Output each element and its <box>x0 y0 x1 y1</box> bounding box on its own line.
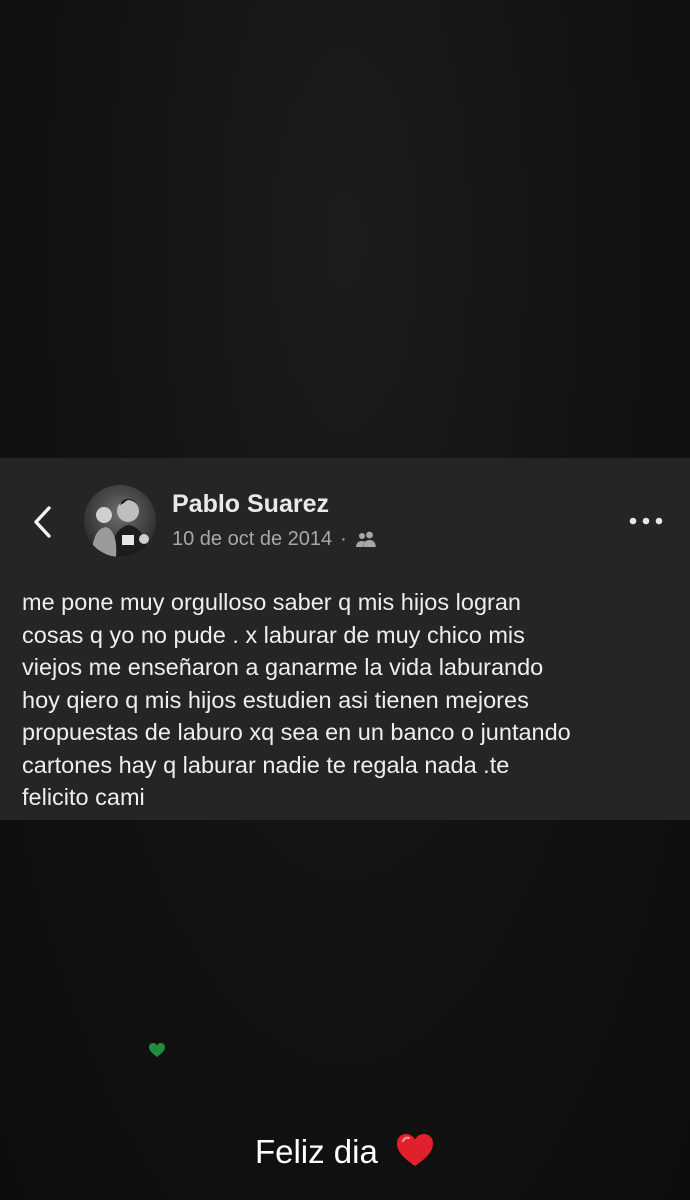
caption-text: Feliz dia <box>254 1133 378 1170</box>
post-date[interactable]: 10 de oct de 2014 <box>172 528 332 551</box>
story-caption: Feliz dia <box>0 1132 690 1171</box>
post-body-text: me pone muy orgulloso saber q mis hijos … <box>22 589 571 810</box>
green-heart-icon <box>149 1043 165 1057</box>
more-horizontal-icon <box>629 517 663 525</box>
meta-separator: · <box>340 527 347 550</box>
post-meta: 10 de oct de 2014 · <box>172 526 377 552</box>
friends-icon <box>355 531 376 547</box>
more-options-button[interactable] <box>626 506 666 536</box>
avatar[interactable] <box>84 485 156 557</box>
profile-photo <box>84 485 156 557</box>
story-canvas: Pablo Suarez 10 de oct de 2014 · me pone… <box>0 0 690 1200</box>
author-name[interactable]: Pablo Suarez <box>172 490 329 519</box>
back-button[interactable] <box>22 500 62 544</box>
chevron-left-icon <box>34 506 51 538</box>
red-heart-icon <box>397 1134 434 1166</box>
